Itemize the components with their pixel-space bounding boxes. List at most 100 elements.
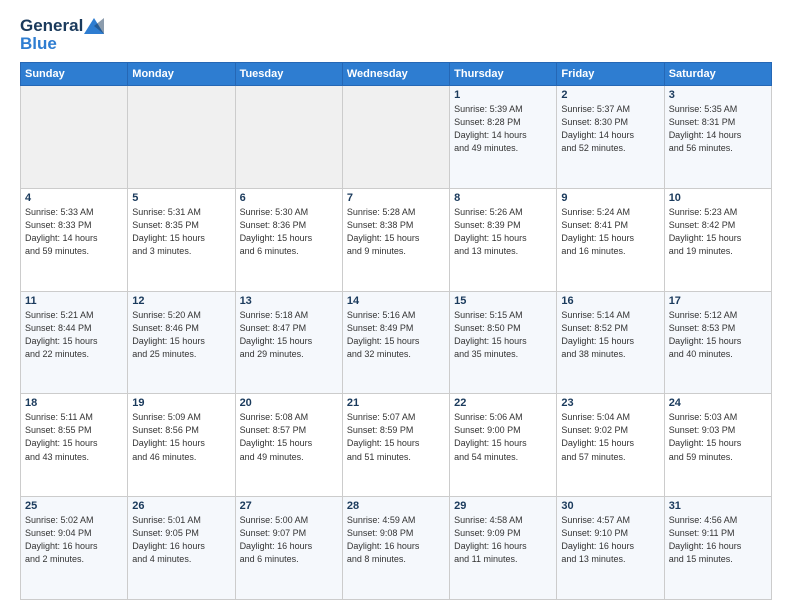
day-number: 6 (240, 192, 338, 204)
day-number: 9 (561, 192, 659, 204)
day-info: Sunrise: 5:11 AM Sunset: 8:55 PM Dayligh… (25, 411, 123, 463)
calendar-cell: 26 Sunrise: 5:01 AM Sunset: 9:05 PM Dayli… (128, 497, 235, 600)
day-info: Sunrise: 5:08 AM Sunset: 8:57 PM Dayligh… (240, 411, 338, 463)
day-info: Sunrise: 5:23 AM Sunset: 8:42 PM Dayligh… (669, 206, 767, 258)
day-info: Sunrise: 5:09 AM Sunset: 8:56 PM Dayligh… (132, 411, 230, 463)
day-info: Sunrise: 5:03 AM Sunset: 9:03 PM Dayligh… (669, 411, 767, 463)
calendar-cell: 18 Sunrise: 5:11 AM Sunset: 8:55 PM Dayli… (21, 394, 128, 497)
weekday-header-thursday: Thursday (450, 63, 557, 86)
calendar-table: SundayMondayTuesdayWednesdayThursdayFrid… (20, 62, 772, 600)
calendar-cell: 19 Sunrise: 5:09 AM Sunset: 8:56 PM Dayli… (128, 394, 235, 497)
calendar-cell: 15Sunrise: 5:15 AM Sunset: 8:50 PM Dayli… (450, 291, 557, 394)
calendar-page: General Blue SundayMondayTuesdayWednesda… (0, 0, 792, 612)
week-row-4: 18 Sunrise: 5:11 AM Sunset: 8:55 PM Dayli… (21, 394, 772, 497)
week-row-2: 4 Sunrise: 5:33 AM Sunset: 8:33 PM Daylig… (21, 188, 772, 291)
calendar-cell: 30Sunrise: 4:57 AM Sunset: 9:10 PM Dayli… (557, 497, 664, 600)
calendar-cell: 21 Sunrise: 5:07 AM Sunset: 8:59 PM Dayli… (342, 394, 449, 497)
day-number: 7 (347, 192, 445, 204)
day-info: Sunrise: 5:01 AM Sunset: 9:05 PM Dayligh… (132, 514, 230, 566)
logo-blue: Blue (20, 34, 57, 54)
day-info: Sunrise: 5:37 AM Sunset: 8:30 PM Dayligh… (561, 103, 659, 155)
day-info: Sunrise: 5:26 AM Sunset: 8:39 PM Dayligh… (454, 206, 552, 258)
day-number: 8 (454, 192, 552, 204)
day-info: Sunrise: 5:00 AM Sunset: 9:07 PM Dayligh… (240, 514, 338, 566)
calendar-cell: 13Sunrise: 5:18 AM Sunset: 8:47 PM Dayli… (235, 291, 342, 394)
day-info: Sunrise: 5:39 AM Sunset: 8:28 PM Dayligh… (454, 103, 552, 155)
day-info: Sunrise: 4:58 AM Sunset: 9:09 PM Dayligh… (454, 514, 552, 566)
day-number: 16 (561, 295, 659, 307)
week-row-1: 1 Sunrise: 5:39 AM Sunset: 8:28 PM Daylig… (21, 86, 772, 189)
weekday-header-sunday: Sunday (21, 63, 128, 86)
day-number: 15 (454, 295, 552, 307)
day-number: 11 (25, 295, 123, 307)
day-number: 25 (25, 500, 123, 512)
calendar-cell (128, 86, 235, 189)
weekday-header-wednesday: Wednesday (342, 63, 449, 86)
calendar-cell: 31Sunrise: 4:56 AM Sunset: 9:11 PM Dayli… (664, 497, 771, 600)
header: General Blue (20, 16, 772, 54)
day-number: 24 (669, 397, 767, 409)
weekday-header-friday: Friday (557, 63, 664, 86)
day-number: 1 (454, 89, 552, 101)
calendar-cell: 3 Sunrise: 5:35 AM Sunset: 8:31 PM Daylig… (664, 86, 771, 189)
calendar-cell: 5 Sunrise: 5:31 AM Sunset: 8:35 PM Daylig… (128, 188, 235, 291)
day-info: Sunrise: 5:07 AM Sunset: 8:59 PM Dayligh… (347, 411, 445, 463)
calendar-cell: 8 Sunrise: 5:26 AM Sunset: 8:39 PM Daylig… (450, 188, 557, 291)
day-number: 2 (561, 89, 659, 101)
calendar-cell (342, 86, 449, 189)
day-number: 22 (454, 397, 552, 409)
day-number: 28 (347, 500, 445, 512)
calendar-cell: 9 Sunrise: 5:24 AM Sunset: 8:41 PM Daylig… (557, 188, 664, 291)
day-info: Sunrise: 5:30 AM Sunset: 8:36 PM Dayligh… (240, 206, 338, 258)
day-info: Sunrise: 4:56 AM Sunset: 9:11 PM Dayligh… (669, 514, 767, 566)
day-info: Sunrise: 5:18 AM Sunset: 8:47 PM Dayligh… (240, 309, 338, 361)
calendar-cell: 28 Sunrise: 4:59 AM Sunset: 9:08 PM Dayli… (342, 497, 449, 600)
day-info: Sunrise: 5:33 AM Sunset: 8:33 PM Dayligh… (25, 206, 123, 258)
week-row-3: 11 Sunrise: 5:21 AM Sunset: 8:44 PM Dayli… (21, 291, 772, 394)
day-number: 23 (561, 397, 659, 409)
calendar-cell: 2 Sunrise: 5:37 AM Sunset: 8:30 PM Daylig… (557, 86, 664, 189)
logo-general: General (20, 16, 83, 36)
calendar-cell: 10 Sunrise: 5:23 AM Sunset: 8:42 PM Dayli… (664, 188, 771, 291)
day-number: 18 (25, 397, 123, 409)
weekday-header-saturday: Saturday (664, 63, 771, 86)
day-number: 10 (669, 192, 767, 204)
day-info: Sunrise: 5:20 AM Sunset: 8:46 PM Dayligh… (132, 309, 230, 361)
calendar-cell: 12 Sunrise: 5:20 AM Sunset: 8:46 PM Dayli… (128, 291, 235, 394)
weekday-header-row: SundayMondayTuesdayWednesdayThursdayFrid… (21, 63, 772, 86)
day-number: 27 (240, 500, 338, 512)
weekday-header-tuesday: Tuesday (235, 63, 342, 86)
day-info: Sunrise: 5:35 AM Sunset: 8:31 PM Dayligh… (669, 103, 767, 155)
day-info: Sunrise: 5:06 AM Sunset: 9:00 PM Dayligh… (454, 411, 552, 463)
day-info: Sunrise: 5:31 AM Sunset: 8:35 PM Dayligh… (132, 206, 230, 258)
calendar-cell: 25 Sunrise: 5:02 AM Sunset: 9:04 PM Dayli… (21, 497, 128, 600)
day-number: 4 (25, 192, 123, 204)
day-info: Sunrise: 5:12 AM Sunset: 8:53 PM Dayligh… (669, 309, 767, 361)
calendar-cell: 17 Sunrise: 5:12 AM Sunset: 8:53 PM Dayli… (664, 291, 771, 394)
day-number: 20 (240, 397, 338, 409)
logo: General Blue (20, 16, 104, 54)
calendar-cell: 20 Sunrise: 5:08 AM Sunset: 8:57 PM Dayli… (235, 394, 342, 497)
day-info: Sunrise: 5:24 AM Sunset: 8:41 PM Dayligh… (561, 206, 659, 258)
day-number: 19 (132, 397, 230, 409)
day-number: 12 (132, 295, 230, 307)
day-number: 26 (132, 500, 230, 512)
day-info: Sunrise: 4:59 AM Sunset: 9:08 PM Dayligh… (347, 514, 445, 566)
day-info: Sunrise: 5:16 AM Sunset: 8:49 PM Dayligh… (347, 309, 445, 361)
calendar-cell: 14 Sunrise: 5:16 AM Sunset: 8:49 PM Dayli… (342, 291, 449, 394)
weekday-header-monday: Monday (128, 63, 235, 86)
day-info: Sunrise: 5:21 AM Sunset: 8:44 PM Dayligh… (25, 309, 123, 361)
calendar-cell: 11 Sunrise: 5:21 AM Sunset: 8:44 PM Dayli… (21, 291, 128, 394)
day-number: 21 (347, 397, 445, 409)
day-number: 17 (669, 295, 767, 307)
day-number: 14 (347, 295, 445, 307)
calendar-cell: 23Sunrise: 5:04 AM Sunset: 9:02 PM Dayli… (557, 394, 664, 497)
calendar-cell: 1 Sunrise: 5:39 AM Sunset: 8:28 PM Daylig… (450, 86, 557, 189)
calendar-cell: 16 Sunrise: 5:14 AM Sunset: 8:52 PM Dayli… (557, 291, 664, 394)
day-number: 3 (669, 89, 767, 101)
day-info: Sunrise: 5:14 AM Sunset: 8:52 PM Dayligh… (561, 309, 659, 361)
day-info: Sunrise: 4:57 AM Sunset: 9:10 PM Dayligh… (561, 514, 659, 566)
calendar-cell (21, 86, 128, 189)
day-number: 5 (132, 192, 230, 204)
day-info: Sunrise: 5:02 AM Sunset: 9:04 PM Dayligh… (25, 514, 123, 566)
